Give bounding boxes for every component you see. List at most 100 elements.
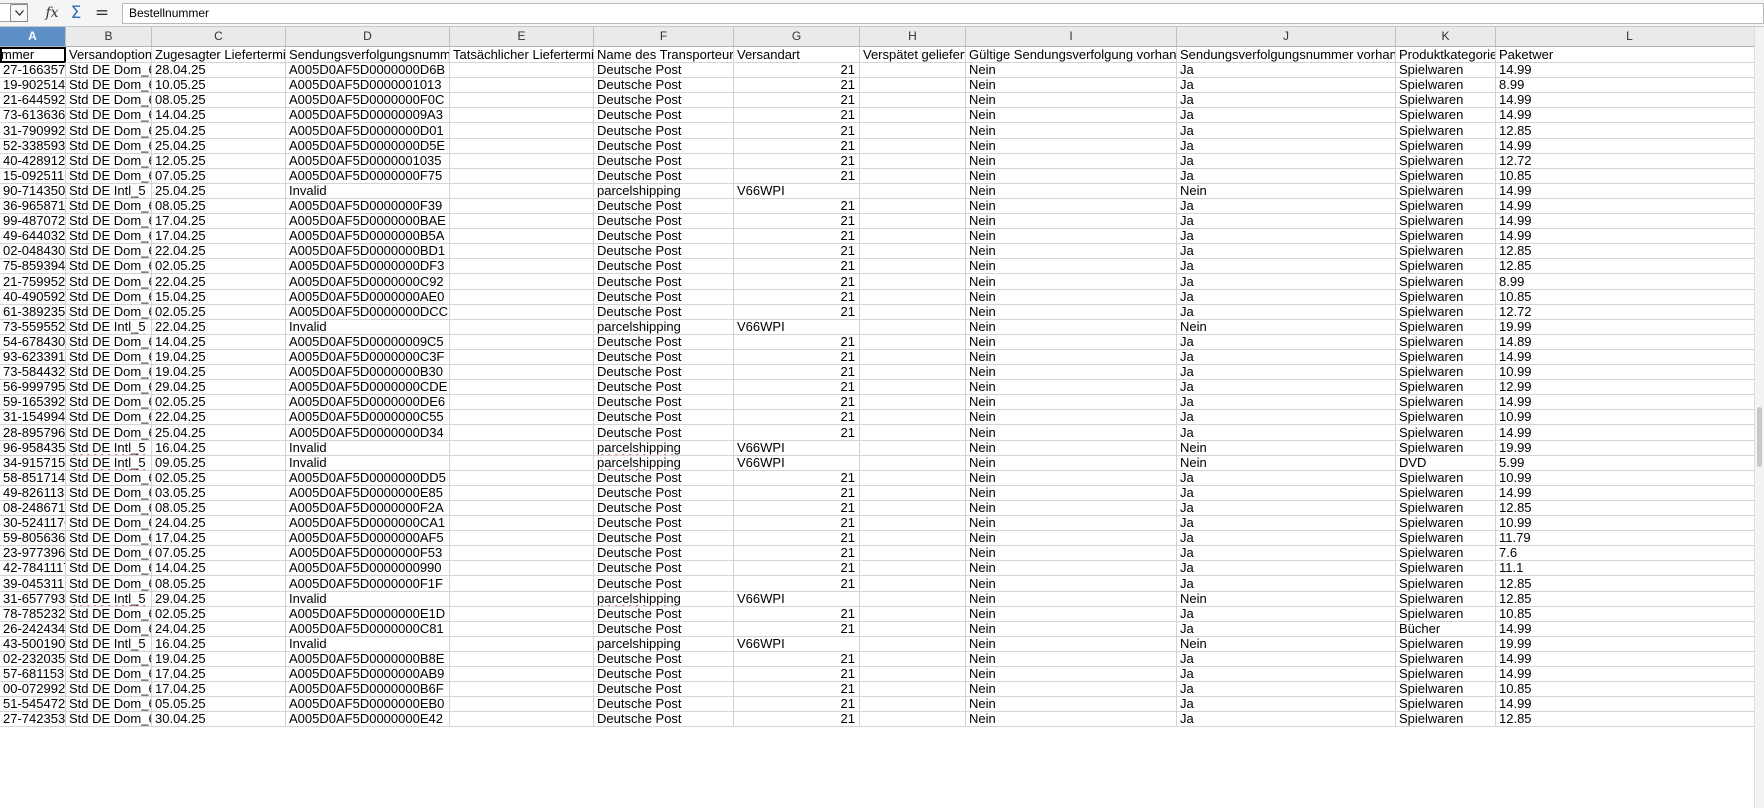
column-header-f[interactable]: F <box>594 27 734 46</box>
cell[interactable]: 02.05.25 <box>152 258 286 275</box>
cell[interactable]: Invalid <box>286 590 450 607</box>
cell[interactable]: A005D0AF5D0000000DCC <box>286 303 450 320</box>
header-cell[interactable]: Verspätet geliefert <box>860 47 966 63</box>
cell[interactable]: parcelshipping <box>594 635 734 652</box>
header-cell[interactable]: Sendungsverfolgungsnummer <box>286 47 450 63</box>
cell[interactable]: 22.04.25 <box>152 318 286 335</box>
cell[interactable] <box>450 711 594 728</box>
cell[interactable]: 22.04.25 <box>152 243 286 260</box>
cell[interactable]: 90-7143507 <box>0 182 66 199</box>
cell[interactable]: 51-5454724 <box>0 696 66 713</box>
cell[interactable]: A005D0AF5D0000000BAE <box>286 213 450 230</box>
cell[interactable]: Deutsche Post <box>594 288 734 305</box>
cell[interactable] <box>860 696 966 713</box>
cell[interactable]: Std DE Dom_6 <box>66 349 152 365</box>
cell[interactable] <box>860 243 966 260</box>
cell[interactable]: 10.85 <box>1496 288 1764 305</box>
cell[interactable]: Nein <box>966 62 1177 79</box>
cell[interactable]: 21 <box>734 364 860 381</box>
cell[interactable]: 43-5001900 <box>0 635 66 652</box>
cell[interactable] <box>860 484 966 501</box>
cell[interactable]: 21 <box>734 122 860 139</box>
cell[interactable]: A005D0AF5D0000000B8E <box>286 651 450 667</box>
cell[interactable]: A005D0AF5D0000001035 <box>286 152 450 169</box>
cell[interactable]: 12.85 <box>1496 500 1764 516</box>
cell[interactable]: A005D0AF5D0000000990 <box>286 560 450 577</box>
cell[interactable]: 19.99 <box>1496 635 1764 652</box>
cell[interactable]: 10.85 <box>1496 167 1764 184</box>
cell[interactable]: 21 <box>734 651 860 667</box>
cell[interactable]: 16.04.25 <box>152 439 286 456</box>
cell[interactable]: A005D0AF5D00000009A3 <box>286 107 450 124</box>
cell[interactable]: 14.99 <box>1496 92 1764 109</box>
cell[interactable]: Deutsche Post <box>594 62 734 79</box>
cell[interactable]: Ja <box>1177 258 1396 275</box>
cell[interactable]: Ja <box>1177 515 1396 532</box>
cell[interactable]: Ja <box>1177 273 1396 290</box>
cell[interactable]: 12.99 <box>1496 379 1764 396</box>
cell[interactable]: A005D0AF5D0000000C81 <box>286 620 450 637</box>
cell[interactable]: 19.99 <box>1496 318 1764 335</box>
cell[interactable]: 05.05.25 <box>152 696 286 713</box>
cell[interactable]: 27-7423530 <box>0 711 66 728</box>
cell[interactable]: Ja <box>1177 152 1396 169</box>
cell[interactable]: Spielwaren <box>1396 107 1496 124</box>
cell[interactable]: 61-3892356 <box>0 303 66 320</box>
header-cell[interactable]: Name des Transporteurs <box>594 47 734 63</box>
cell[interactable] <box>860 318 966 335</box>
cell[interactable]: Nein <box>966 394 1177 411</box>
cell[interactable]: A005D0AF5D0000000EB0 <box>286 696 450 713</box>
cell[interactable]: 42-7841117 <box>0 560 66 577</box>
cell[interactable]: 07.05.25 <box>152 545 286 562</box>
cell[interactable]: A005D0AF5D0000000B5A <box>286 228 450 245</box>
cell[interactable]: Ja <box>1177 167 1396 184</box>
cell[interactable]: 21 <box>734 107 860 124</box>
vertical-scrollbar[interactable] <box>1754 27 1764 808</box>
cell[interactable] <box>860 77 966 94</box>
cell[interactable]: 57-6811533 <box>0 666 66 683</box>
cell[interactable] <box>450 288 594 305</box>
cell[interactable]: Nein <box>1177 635 1396 652</box>
cell[interactable] <box>450 107 594 124</box>
cell[interactable] <box>450 182 594 199</box>
cell[interactable]: A005D0AF5D0000000DE6 <box>286 394 450 411</box>
cell[interactable]: 40-4289122 <box>0 152 66 169</box>
cell[interactable]: 17.04.25 <box>152 213 286 230</box>
cell[interactable] <box>450 213 594 230</box>
cell[interactable]: 21 <box>734 575 860 592</box>
cell[interactable]: 21 <box>734 469 860 486</box>
scrollbar-thumb[interactable] <box>1757 407 1762 467</box>
cell[interactable]: Nein <box>966 439 1177 456</box>
cell[interactable]: 14.99 <box>1496 620 1764 637</box>
cell[interactable]: A005D0AF5D0000000DF3 <box>286 258 450 275</box>
cell[interactable]: Ja <box>1177 711 1396 728</box>
cell[interactable]: Std DE Dom_6 <box>66 515 152 532</box>
cell[interactable]: Ja <box>1177 213 1396 230</box>
cell[interactable]: 12.72 <box>1496 152 1764 169</box>
cell[interactable]: Nein <box>966 635 1177 652</box>
cell[interactable] <box>450 167 594 184</box>
cell[interactable] <box>450 137 594 154</box>
cell[interactable]: Ja <box>1177 681 1396 698</box>
cell[interactable]: Std DE Dom_6 <box>66 288 152 305</box>
cell[interactable] <box>450 666 594 683</box>
cell[interactable]: Std DE Dom_6 <box>66 273 152 290</box>
cell[interactable]: Std DE Dom_6 <box>66 651 152 667</box>
cell[interactable]: Spielwaren <box>1396 545 1496 562</box>
header-cell[interactable]: Tatsächlicher Liefertermin <box>450 47 594 63</box>
cell[interactable]: 29.04.25 <box>152 379 286 396</box>
cell[interactable] <box>450 605 594 622</box>
cell[interactable]: 02.05.25 <box>152 303 286 320</box>
cell[interactable] <box>450 198 594 214</box>
cell[interactable]: Std DE Dom_6 <box>66 213 152 230</box>
cell[interactable]: 31-1549941 <box>0 409 66 426</box>
cell[interactable]: 8.99 <box>1496 77 1764 94</box>
cell[interactable]: 08.05.25 <box>152 92 286 109</box>
column-header-d[interactable]: D <box>286 27 450 46</box>
cell[interactable]: Std DE Dom_6 <box>66 62 152 79</box>
column-header-e[interactable]: E <box>450 27 594 46</box>
cell[interactable]: Nein <box>966 500 1177 516</box>
cell[interactable]: 21 <box>734 394 860 411</box>
cell[interactable]: Spielwaren <box>1396 364 1496 381</box>
cell[interactable]: Nein <box>966 273 1177 290</box>
